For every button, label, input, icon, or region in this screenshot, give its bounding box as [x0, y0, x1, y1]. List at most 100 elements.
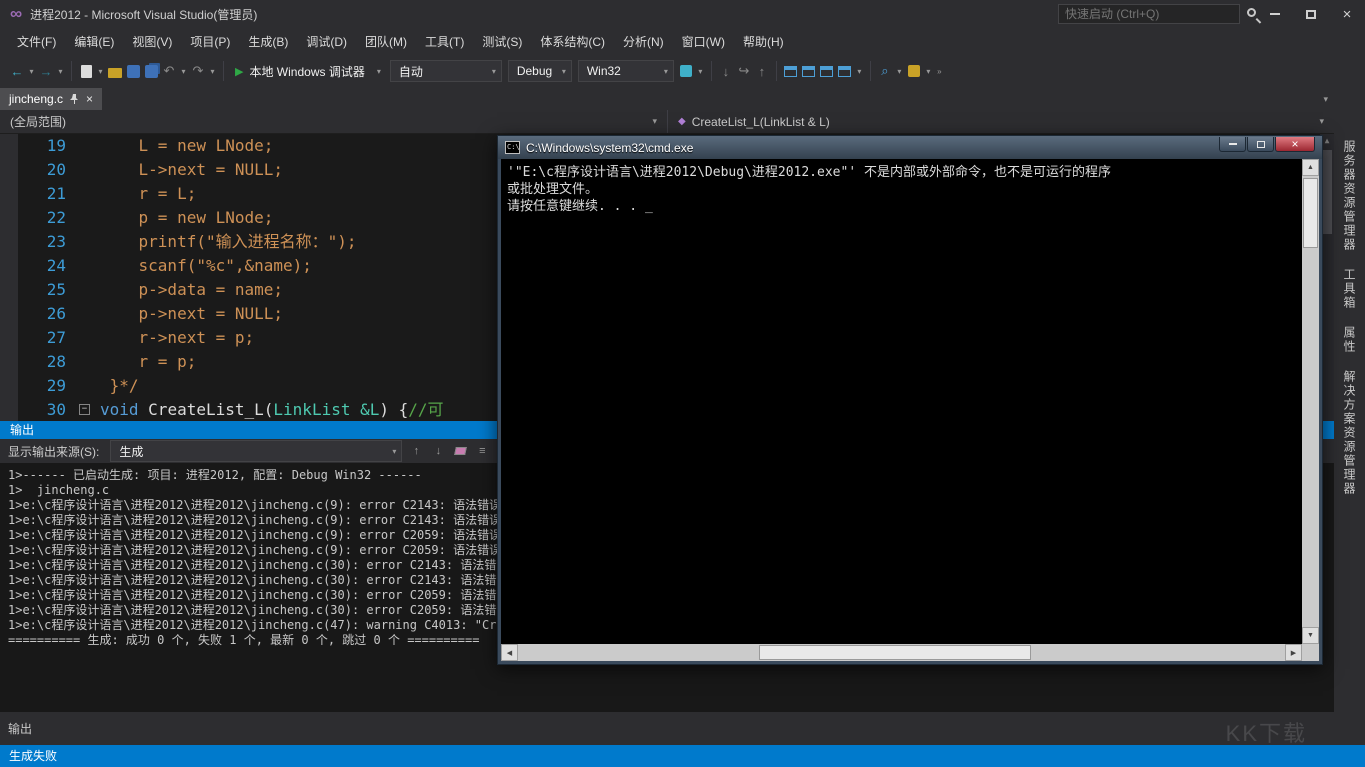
navigate-backward-icon[interactable]: ← [8, 60, 26, 82]
breakpoint-margin[interactable] [0, 182, 18, 206]
immediate-window-icon[interactable] [818, 60, 836, 82]
goto-next-message-icon[interactable]: ↓ [427, 441, 449, 461]
maximize-button[interactable] [1293, 0, 1329, 28]
save-all-icon[interactable] [142, 60, 160, 82]
sidebar-tab-properties[interactable]: 属性 [1341, 326, 1358, 354]
tab-jincheng-c[interactable]: jincheng.c × [0, 88, 102, 110]
quick-launch-input[interactable] [1059, 7, 1239, 21]
scroll-right-icon[interactable]: ▶ [1285, 644, 1302, 661]
cmd-horizontal-scrollbar[interactable]: ◀ ▶ [501, 644, 1302, 661]
chevron-down-icon: ▾ [377, 67, 381, 76]
menu-debug[interactable]: 调试(D) [297, 29, 356, 54]
debug-windows-dropdown[interactable]: ▾ [854, 60, 865, 82]
step-into-icon[interactable]: ↓ [717, 60, 735, 82]
breakpoint-margin[interactable] [0, 230, 18, 254]
scroll-up-icon[interactable]: ▲ [1325, 134, 1330, 148]
breakpoint-margin[interactable] [0, 374, 18, 398]
sidebar-tab-server-explorer[interactable]: 服务器资源管理器 [1341, 140, 1358, 252]
minimize-button[interactable] [1257, 0, 1293, 28]
menu-project[interactable]: 项目(P) [181, 29, 239, 54]
cmd-minimize-button[interactable] [1219, 137, 1246, 152]
goto-previous-message-icon[interactable]: ↑ [405, 441, 427, 461]
search-icon[interactable] [1247, 8, 1256, 17]
menu-build[interactable]: 生成(B) [239, 29, 297, 54]
sidebar-tab-solution-explorer[interactable]: 解决方案资源管理器 [1341, 370, 1358, 496]
output-panel-tab[interactable]: 输出 [8, 720, 32, 737]
code-text: r->next = p; [100, 326, 254, 350]
toggle-word-wrap-icon[interactable]: ≡ [471, 441, 493, 461]
scope-combo[interactable]: (全局范围) ▾ [0, 110, 668, 133]
breakpoint-margin[interactable] [0, 302, 18, 326]
debug-type-combo[interactable]: 自动 ▾ [390, 60, 502, 82]
member-combo[interactable]: ◆ CreateList_L(LinkList & L) ▾ [668, 110, 1334, 133]
redo-dropdown[interactable]: ▾ [207, 60, 218, 82]
breakpoint-margin[interactable] [0, 254, 18, 278]
find-in-files-icon[interactable]: ⌕ [876, 60, 894, 82]
scroll-down-icon[interactable]: ▼ [1302, 627, 1319, 644]
scroll-up-icon[interactable]: ▲ [1302, 159, 1319, 176]
solution-configuration-combo[interactable]: Debug ▾ [508, 60, 572, 82]
toolbar-overflow-button[interactable]: » [934, 60, 945, 82]
breakpoint-margin[interactable] [0, 326, 18, 350]
breakpoints-window-icon[interactable] [782, 60, 800, 82]
breakpoint-margin[interactable] [0, 206, 18, 230]
title-bar[interactable]: ∞ 进程2012 - Microsoft Visual Studio(管理员) … [0, 0, 1365, 28]
menu-architecture[interactable]: 体系结构(C) [531, 29, 614, 54]
redo-icon[interactable]: ↷ [189, 60, 207, 82]
navigate-forward-dropdown[interactable]: ▾ [55, 60, 66, 82]
quick-launch-box[interactable] [1058, 4, 1240, 24]
menu-help[interactable]: 帮助(H) [734, 29, 793, 54]
cmd-title-bar[interactable]: C:\ C:\Windows\system32\cmd.exe [498, 136, 1322, 159]
navigate-forward-icon[interactable]: → [37, 60, 55, 82]
pin-icon[interactable] [70, 94, 79, 104]
save-icon[interactable] [124, 60, 142, 82]
navigate-backward-dropdown[interactable]: ▾ [26, 60, 37, 82]
step-out-icon[interactable]: ↑ [753, 60, 771, 82]
bookmark-dropdown[interactable]: ▾ [923, 60, 934, 82]
breakpoint-margin[interactable] [0, 134, 18, 158]
debug-target-dropdown[interactable]: ▾ [695, 60, 706, 82]
tab-close-icon[interactable]: × [86, 93, 93, 105]
menu-test[interactable]: 测试(S) [473, 29, 531, 54]
debug-target-icon[interactable] [677, 60, 695, 82]
scroll-left-icon[interactable]: ◀ [501, 644, 518, 661]
output-window-icon[interactable] [800, 60, 818, 82]
menu-tools[interactable]: 工具(T) [416, 29, 473, 54]
menu-edit[interactable]: 编辑(E) [65, 29, 123, 54]
scrollbar-thumb[interactable] [1303, 178, 1318, 248]
breakpoint-margin[interactable] [0, 158, 18, 182]
menu-window[interactable]: 窗口(W) [673, 29, 734, 54]
cmd-console[interactable]: '"E:\c程序设计语言\进程2012\Debug\进程2012.exe"' 不… [501, 159, 1319, 661]
new-file-dropdown[interactable]: ▾ [95, 60, 106, 82]
cmd-maximize-button[interactable] [1247, 137, 1274, 152]
menu-team[interactable]: 团队(M) [356, 29, 416, 54]
menu-view[interactable]: 视图(V) [123, 29, 181, 54]
close-button[interactable]: × [1329, 0, 1365, 28]
find-dropdown[interactable]: ▾ [894, 60, 905, 82]
cmd-close-button[interactable]: × [1275, 137, 1315, 152]
new-file-icon[interactable] [77, 60, 95, 82]
code-fold-toggle[interactable]: − [79, 404, 90, 415]
undo-dropdown[interactable]: ▾ [178, 60, 189, 82]
clear-all-output-icon[interactable] [449, 441, 471, 461]
breakpoint-margin[interactable] [0, 278, 18, 302]
sidebar-tab-toolbox[interactable]: 工具箱 [1341, 268, 1358, 310]
breakpoint-margin[interactable] [0, 350, 18, 374]
scrollbar-thumb[interactable] [759, 645, 1031, 660]
undo-icon[interactable]: ↶ [160, 60, 178, 82]
solution-platform-combo[interactable]: Win32 ▾ [578, 60, 674, 82]
cmd-vertical-scrollbar[interactable]: ▲ ▼ [1302, 159, 1319, 644]
document-list-dropdown[interactable]: ▾ [1323, 94, 1328, 105]
watch-window-icon[interactable] [836, 60, 854, 82]
scrollbar-thumb[interactable] [1322, 150, 1332, 234]
step-over-icon[interactable]: ↪ [735, 60, 753, 82]
bookmark-icon[interactable] [905, 60, 923, 82]
open-file-icon[interactable] [106, 60, 124, 82]
breakpoint-margin[interactable] [0, 398, 18, 422]
menu-analyze[interactable]: 分析(N) [614, 29, 673, 54]
output-source-combo[interactable]: 生成 ▾ [110, 440, 402, 462]
start-debug-button[interactable]: ▶ 本地 Windows 调试器 ▾ [229, 60, 387, 82]
cmd-window[interactable]: C:\ C:\Windows\system32\cmd.exe × '"E:\c… [497, 135, 1323, 665]
standard-toolbar: ← ▾ → ▾ ▾ ↶ ▾ ↷ ▾ ▶ 本地 Windows 调试器 ▾ 自动 … [0, 54, 1365, 88]
menu-file[interactable]: 文件(F) [8, 29, 65, 54]
